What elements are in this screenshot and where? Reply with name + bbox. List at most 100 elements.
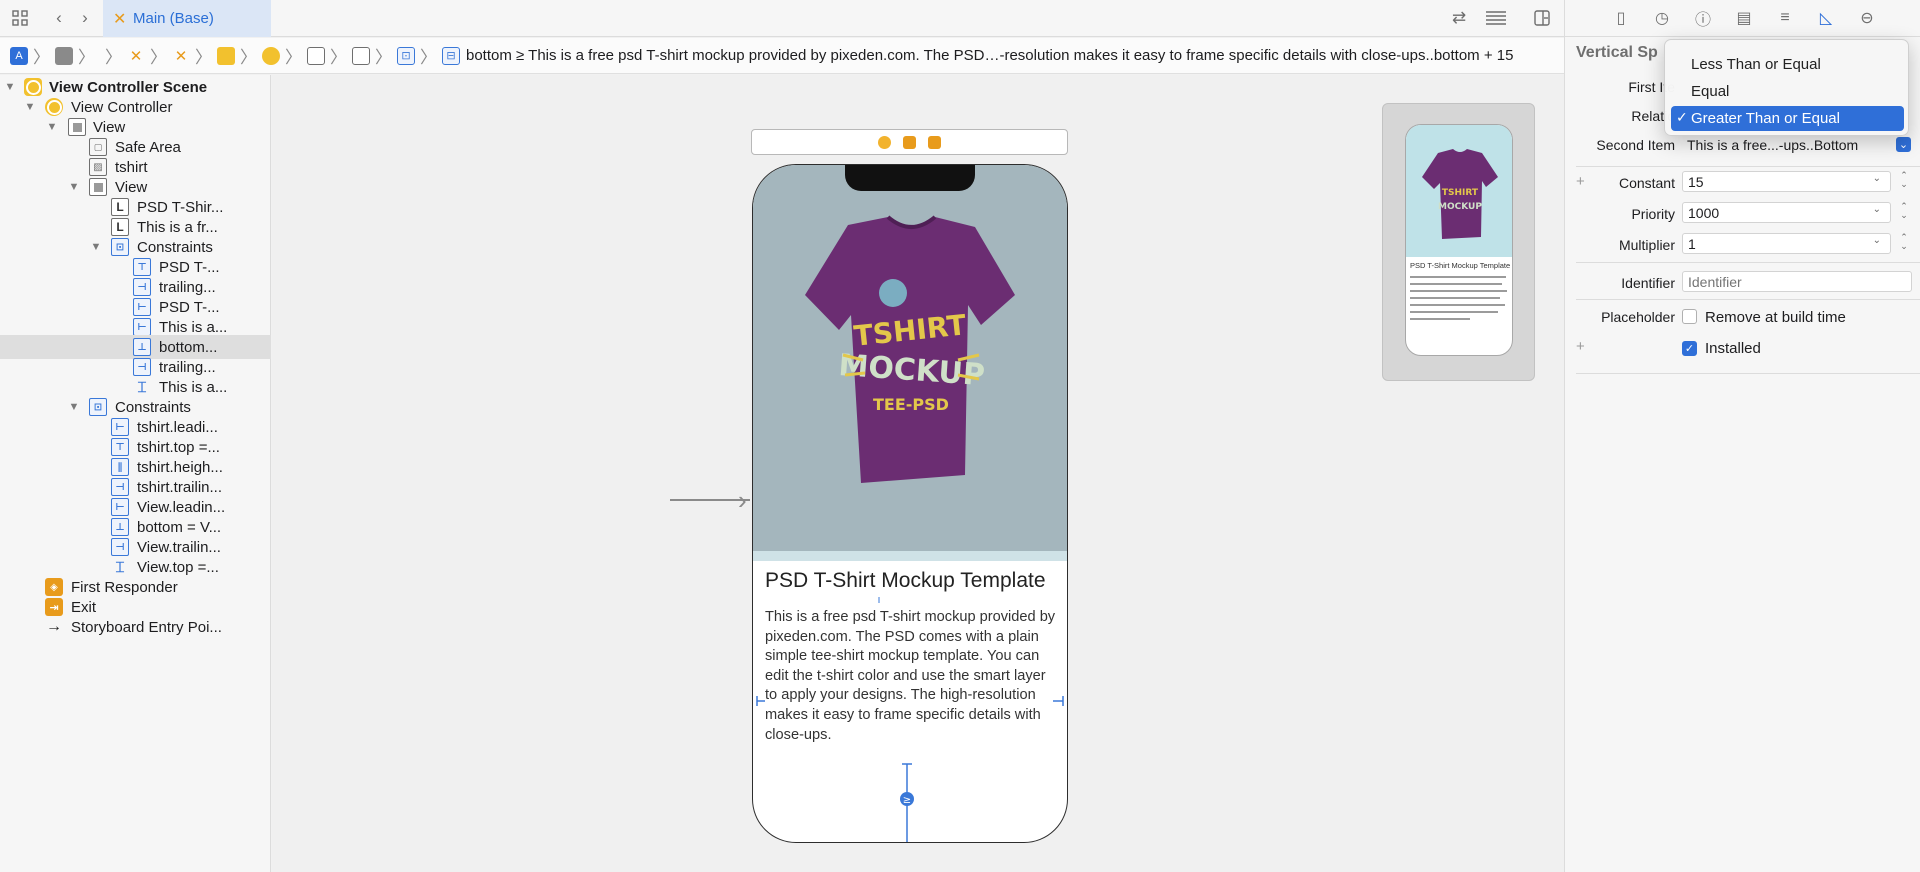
priority-field[interactable]: 1000 ⌄: [1682, 202, 1891, 223]
chevron-down-icon[interactable]: ▼: [67, 400, 81, 414]
connections-icon[interactable]: ⊖: [1856, 7, 1878, 29]
preview-text-line: [1410, 276, 1506, 278]
scene-icon[interactable]: [217, 46, 235, 65]
installed-label: Installed: [1705, 340, 1761, 357]
storyboard-canvas[interactable]: › TSHIRT MOCKUP TEE-PSD PSD T-Shirt Mock…: [272, 75, 1564, 872]
add-editor-icon[interactable]: [1530, 6, 1554, 30]
chevron-down-icon[interactable]: ▼: [67, 180, 81, 194]
menu-item-label: Less Than or Equal: [1691, 56, 1821, 73]
file-icon[interactable]: ▯: [1610, 7, 1632, 29]
installed-checkbox[interactable]: ✓: [1682, 341, 1697, 356]
constraint-icon[interactable]: ⊟: [442, 46, 460, 65]
folder-icon[interactable]: [55, 46, 73, 65]
attributes-icon[interactable]: ≡: [1774, 7, 1796, 29]
grid-icon[interactable]: [8, 6, 32, 30]
iphone-scene[interactable]: TSHIRT MOCKUP TEE-PSD PSD T-Shirt Mockup…: [752, 164, 1068, 843]
outline-label: bottom = V...: [137, 518, 222, 536]
chevron-down-icon[interactable]: ▼: [3, 80, 17, 94]
relation-popup-menu: Less Than or Equal Equal ✓ Greater Than …: [1664, 39, 1909, 136]
add-variation-icon[interactable]: +: [1576, 338, 1585, 355]
menu-item-label: Greater Than or Equal: [1691, 110, 1840, 127]
trailing-constraint-icon: ⊣: [111, 538, 129, 556]
outline-label: View Controller Scene: [49, 78, 208, 96]
view-icon[interactable]: [352, 46, 370, 65]
outline-label: This is a...: [159, 318, 228, 336]
cube-icon: ◈: [45, 578, 63, 596]
multiplier-field[interactable]: 1 ⌄: [1682, 233, 1891, 254]
exit-icon[interactable]: [928, 135, 941, 149]
view-controller-icon[interactable]: [878, 135, 891, 149]
preview-thumbnail[interactable]: TSHIRT MOCKUP PSD T-Shirt Mockup Templat…: [1382, 103, 1535, 381]
constant-field[interactable]: 15 ⌄: [1682, 171, 1891, 192]
chevron-down-icon[interactable]: ⌄: [1873, 173, 1881, 184]
label-icon: L: [111, 218, 129, 236]
outline-label: View.trailin...: [137, 538, 221, 556]
editor-tab-main[interactable]: ✕ Main (Base): [103, 0, 271, 37]
second-item-popup[interactable]: This is a free...-ups..Bottom: [1682, 134, 1891, 155]
image-view-icon: ▨: [89, 158, 107, 176]
chevron-right-icon: 〉: [78, 48, 95, 67]
priority-stepper[interactable]: ⌃ ⌄: [1896, 202, 1912, 223]
constraint-overlay: ≥: [756, 597, 1064, 842]
forward-chevron-icon[interactable]: ›: [73, 6, 97, 30]
jump-bar-path-text[interactable]: bottom ≥ This is a free psd T-shirt mock…: [466, 47, 1513, 64]
svg-text:MOCKUP: MOCKUP: [1438, 202, 1482, 212]
outline-label: View Controller: [71, 98, 173, 116]
menu-item-label: Equal: [1691, 83, 1730, 100]
constant-stepper[interactable]: ⌃ ⌄: [1896, 171, 1912, 192]
menu-item-greater-than-or-equal[interactable]: ✓ Greater Than or Equal: [1671, 106, 1904, 131]
preview-text-line: [1410, 290, 1507, 292]
svg-text:TSHIRT: TSHIRT: [1442, 188, 1479, 198]
size-ruler-icon[interactable]: ◺: [1815, 7, 1837, 29]
safe-area-icon: ▢: [89, 138, 107, 156]
tshirt-illustration: TSHIRT MOCKUP TEE-PSD: [805, 215, 1015, 483]
storyboard-icon[interactable]: ✕: [127, 47, 145, 65]
identifier-field[interactable]: [1682, 271, 1912, 292]
second-item-dropdown-icon[interactable]: ⌄: [1896, 137, 1911, 152]
chevron-down-icon[interactable]: ⌄: [1873, 204, 1881, 215]
chevron-right-icon: 〉: [195, 48, 212, 67]
constraints-icon[interactable]: ⊡: [397, 46, 415, 65]
constraints-icon: ⊡: [89, 398, 107, 416]
outline-label: PSD T-Shir...: [137, 198, 224, 216]
cube-icon[interactable]: [903, 135, 916, 149]
second-item-value: This is a free...-ups..Bottom: [1687, 136, 1859, 153]
view-controller-icon[interactable]: [262, 46, 280, 65]
project-icon[interactable]: A: [10, 46, 28, 65]
constraint-icon: ⊤: [133, 258, 151, 276]
outline-label: Constraints: [137, 238, 213, 256]
chevron-down-icon[interactable]: ▼: [89, 240, 103, 254]
jump-bar: A 〉 〉 〉 ✕ 〉 ✕ 〉 〉 〉 〉 〉 ⊡ 〉 ⊟ bottom ≥ This …: [0, 38, 1564, 74]
help-icon[interactable]: ⓘ: [1692, 7, 1714, 29]
tshirt-image-view[interactable]: TSHIRT MOCKUP TEE-PSD: [753, 165, 1067, 551]
chevron-right-icon: 〉: [240, 48, 257, 67]
identity-icon[interactable]: ▤: [1733, 7, 1755, 29]
scene-dock[interactable]: [751, 129, 1068, 155]
chevron-down-icon[interactable]: ▼: [45, 120, 59, 134]
lines-icon[interactable]: [1482, 6, 1510, 30]
svg-text:TEE-PSD: TEE-PSD: [873, 395, 949, 414]
chevron-down-icon[interactable]: ▼: [23, 100, 37, 114]
outline-row-entry-point[interactable]: → Storyboard Entry Poi...: [0, 615, 271, 639]
chevron-down-icon[interactable]: ⌄: [1873, 235, 1881, 246]
preview-device: TSHIRT MOCKUP PSD T-Shirt Mockup Templat…: [1405, 124, 1513, 356]
priority-label: Priority: [1631, 206, 1675, 222]
view-controller-icon: [45, 98, 63, 116]
outline-label: View: [115, 178, 148, 196]
top-constraint-icon: ⊤: [111, 438, 129, 456]
multiplier-stepper[interactable]: ⌃ ⌄: [1896, 233, 1912, 254]
view-icon[interactable]: [307, 46, 325, 65]
menu-item-equal[interactable]: Equal: [1671, 79, 1904, 104]
storyboard-icon: ✕: [113, 11, 127, 28]
first-item-label: First Ite: [1628, 79, 1675, 95]
leading-constraint-icon: ⊢: [133, 318, 151, 336]
back-chevron-icon[interactable]: ‹: [47, 6, 71, 30]
chevron-right-icon: 〉: [33, 48, 50, 67]
remove-at-build-checkbox[interactable]: [1682, 309, 1697, 324]
storyboard-icon[interactable]: ✕: [172, 47, 190, 65]
trailing-constraint-icon: ⊣: [133, 358, 151, 376]
swap-icon[interactable]: ⇄: [1447, 6, 1471, 30]
history-icon[interactable]: ◷: [1651, 7, 1673, 29]
menu-item-less-than-or-equal[interactable]: Less Than or Equal: [1671, 52, 1904, 77]
trailing-constraint-icon: ⊣: [133, 278, 151, 296]
